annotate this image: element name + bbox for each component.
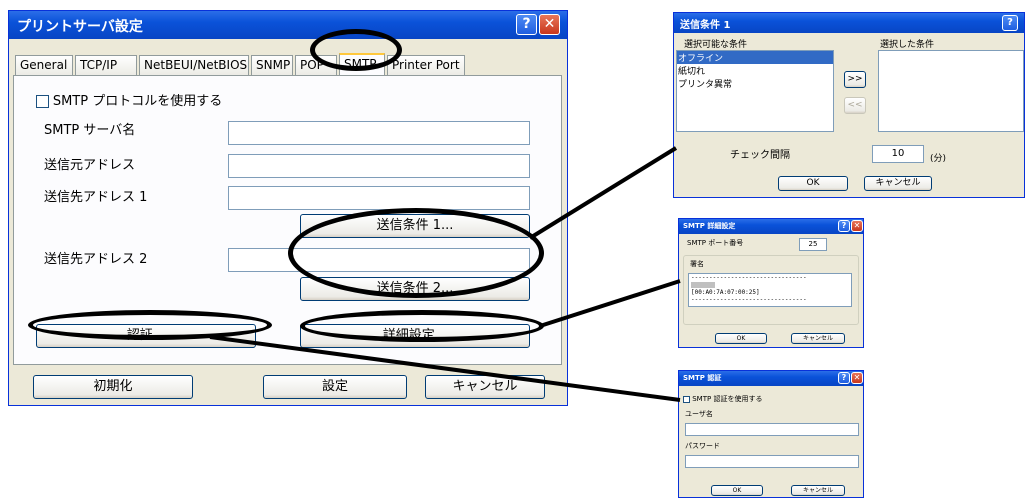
- connector-lines: [209, 146, 681, 402]
- connector-detail: [539, 279, 681, 328]
- connector-send-condition: [528, 146, 678, 240]
- connector-auth: [209, 335, 681, 402]
